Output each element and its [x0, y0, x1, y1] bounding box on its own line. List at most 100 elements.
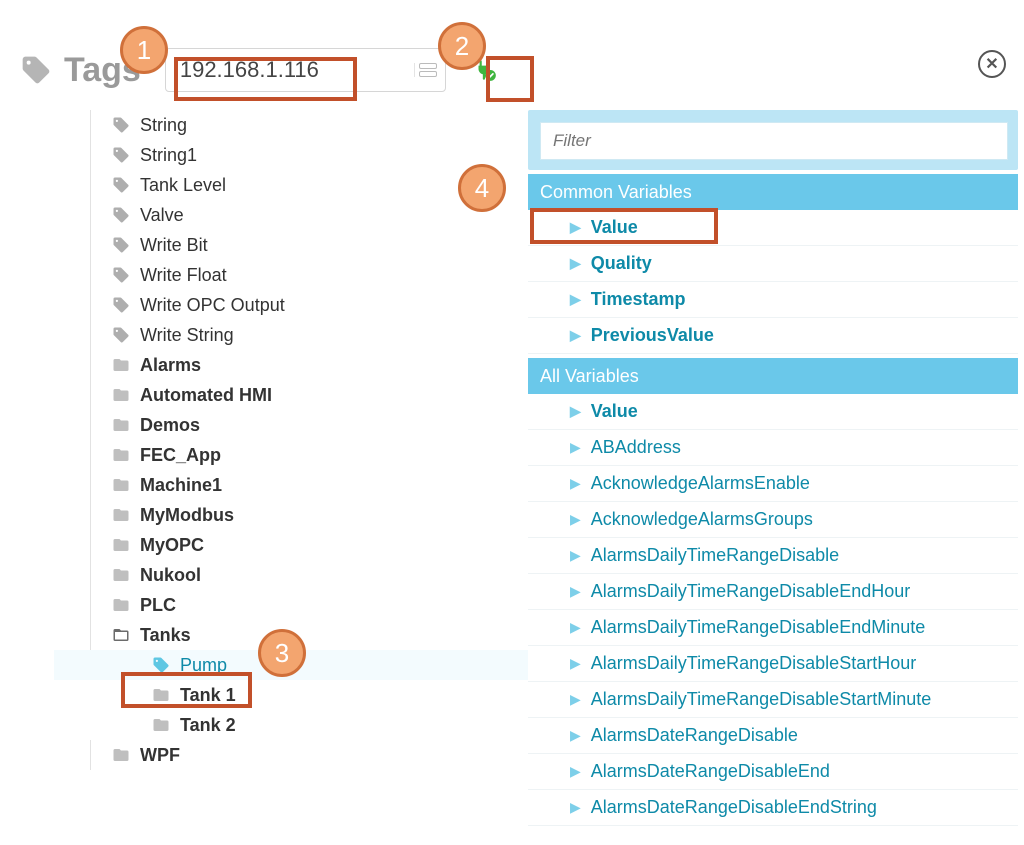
variable-label: AlarmsDailyTimeRangeDisableStartHour: [591, 653, 916, 674]
expand-arrow-icon: ▶: [570, 291, 581, 308]
tag-icon: [150, 656, 172, 674]
tree-item-label: Valve: [140, 205, 184, 226]
folder-icon: [110, 386, 132, 404]
expand-arrow-icon: ▶: [570, 403, 581, 420]
variable-label: AlarmsDailyTimeRangeDisableEndHour: [591, 581, 910, 602]
tag-write-bit[interactable]: Write Bit: [18, 230, 528, 260]
expand-arrow-icon: ▶: [570, 327, 581, 344]
folder-icon: [150, 686, 172, 704]
tree-item-label: Tank 1: [180, 685, 236, 706]
folder-plc[interactable]: PLC: [18, 590, 528, 620]
variable-alarmsdaterangedisableendstring[interactable]: ▶AlarmsDateRangeDisableEndString: [528, 790, 1018, 826]
tree-item-label: Automated HMI: [140, 385, 272, 406]
folder-nukool[interactable]: Nukool: [18, 560, 528, 590]
variable-value[interactable]: ▶Value: [528, 210, 1018, 246]
callout-1: 1: [120, 26, 168, 74]
tag-string[interactable]: String: [18, 110, 528, 140]
folder-wpf[interactable]: WPF: [18, 740, 528, 770]
tree-item-label: PLC: [140, 595, 176, 616]
tag-icon: [110, 236, 132, 254]
folder-icon: [110, 596, 132, 614]
body: String String1 Tank Level Valve Write Bit Wri…: [0, 100, 1024, 826]
variable-label: AlarmsDailyTimeRangeDisable: [591, 545, 839, 566]
tree-item-label: Write Float: [140, 265, 227, 286]
folder-icon: [110, 506, 132, 524]
variable-acknowledgealarmsgroups[interactable]: ▶ AcknowledgeAlarmsGroups: [528, 502, 1018, 538]
folder-icon: [110, 566, 132, 584]
expand-arrow-icon: ▶: [570, 727, 581, 744]
variable-alarmsdaterangedisableend[interactable]: ▶AlarmsDateRangeDisableEnd: [528, 754, 1018, 790]
tag-write-string[interactable]: Write String: [18, 320, 528, 350]
expand-arrow-icon: ▶: [570, 511, 581, 528]
tag-icon: [110, 116, 132, 134]
tag-valve[interactable]: Valve: [18, 200, 528, 230]
variable-alarmsdailytimerangedisablestartminute[interactable]: ▶AlarmsDailyTimeRangeDisableStartMinute: [528, 682, 1018, 718]
folder-fec_app[interactable]: FEC_App: [18, 440, 528, 470]
folder-tank-2[interactable]: Tank 2: [54, 710, 528, 740]
folder-tank-1[interactable]: Tank 1: [54, 680, 528, 710]
folder-icon: [110, 476, 132, 494]
folder-icon: [110, 416, 132, 434]
tag-icon: [20, 54, 52, 86]
variable-acknowledgealarmsenable[interactable]: ▶ AcknowledgeAlarmsEnable: [528, 466, 1018, 502]
tag-icon: [110, 296, 132, 314]
variable-label: AcknowledgeAlarmsEnable: [591, 473, 810, 494]
folder-machine1[interactable]: Machine1: [18, 470, 528, 500]
variable-alarmsdailytimerangedisableendhour[interactable]: ▶ AlarmsDailyTimeRangeDisableEndHour: [528, 574, 1018, 610]
folder-demos[interactable]: Demos: [18, 410, 528, 440]
callout-3: 3: [258, 629, 306, 677]
variable-label: PreviousValue: [591, 325, 714, 346]
expand-arrow-icon: ▶: [570, 583, 581, 600]
expand-arrow-icon: ▶: [570, 799, 581, 816]
search-icon[interactable]: [982, 130, 1002, 150]
tree-item-label: Pump: [180, 655, 227, 676]
ip-input-wrap: [165, 48, 446, 92]
callout-4: 4: [458, 164, 506, 212]
ip-input[interactable]: [170, 51, 410, 89]
tree-item-label: Tanks: [140, 625, 191, 646]
folder-open-icon: [110, 626, 132, 644]
variable-abaddress[interactable]: ▶ABAddress: [528, 430, 1018, 466]
variable-label: Value: [591, 401, 638, 422]
close-button[interactable]: ✕: [978, 50, 1006, 78]
filter-wrap: [528, 110, 1018, 170]
variable-quality[interactable]: ▶Quality: [528, 246, 1018, 282]
section-all-variables: All Variables: [528, 358, 1018, 394]
tree-item-label: String1: [140, 145, 197, 166]
tree-item-label: WPF: [140, 745, 180, 766]
variable-alarmsdaterangedisable[interactable]: ▶AlarmsDateRangeDisable: [528, 718, 1018, 754]
variable-alarmsdailytimerangedisablestarthour[interactable]: ▶ AlarmsDailyTimeRangeDisableStartHour: [528, 646, 1018, 682]
expand-arrow-icon: ▶: [570, 219, 581, 236]
tag-tank-level[interactable]: Tank Level: [18, 170, 528, 200]
folder-mymodbus[interactable]: MyModbus: [18, 500, 528, 530]
variable-label: AlarmsDailyTimeRangeDisableEndMinute: [591, 617, 925, 638]
expand-arrow-icon: ▶: [570, 763, 581, 780]
db-icon[interactable]: [414, 63, 441, 77]
variable-alarmsdailytimerangedisableendminute[interactable]: ▶ AlarmsDailyTimeRangeDisableEndMinute: [528, 610, 1018, 646]
expand-arrow-icon: ▶: [570, 475, 581, 492]
variable-timestamp[interactable]: ▶Timestamp: [528, 282, 1018, 318]
folder-icon: [110, 446, 132, 464]
variable-label: Quality: [591, 253, 652, 274]
tag-write-float[interactable]: Write Float: [18, 260, 528, 290]
folder-automated-hmi[interactable]: Automated HMI: [18, 380, 528, 410]
tree-item-label: Tank Level: [140, 175, 226, 196]
variables-panel: Common Variables ▶Value▶Quality▶Timestam…: [528, 104, 1022, 826]
expand-arrow-icon: ▶: [570, 655, 581, 672]
expand-arrow-icon: ▶: [570, 547, 581, 564]
tag-string1[interactable]: String1: [18, 140, 528, 170]
tag-write-opc-output[interactable]: Write OPC Output: [18, 290, 528, 320]
folder-myopc[interactable]: MyOPC: [18, 530, 528, 560]
tree-item-label: Write OPC Output: [140, 295, 285, 316]
folder-alarms[interactable]: Alarms: [18, 350, 528, 380]
tree-item-label: FEC_App: [140, 445, 221, 466]
expand-arrow-icon: ▶: [570, 619, 581, 636]
variable-alarmsdailytimerangedisable[interactable]: ▶ AlarmsDailyTimeRangeDisable: [528, 538, 1018, 574]
filter-input[interactable]: [540, 122, 1008, 160]
tree-item-label: Tank 2: [180, 715, 236, 736]
folder-icon: [150, 716, 172, 734]
variable-previousvalue[interactable]: ▶ PreviousValue: [528, 318, 1018, 354]
expand-arrow-icon: ▶: [570, 691, 581, 708]
variable-label: AcknowledgeAlarmsGroups: [591, 509, 813, 530]
variable-value[interactable]: ▶ Value: [528, 394, 1018, 430]
